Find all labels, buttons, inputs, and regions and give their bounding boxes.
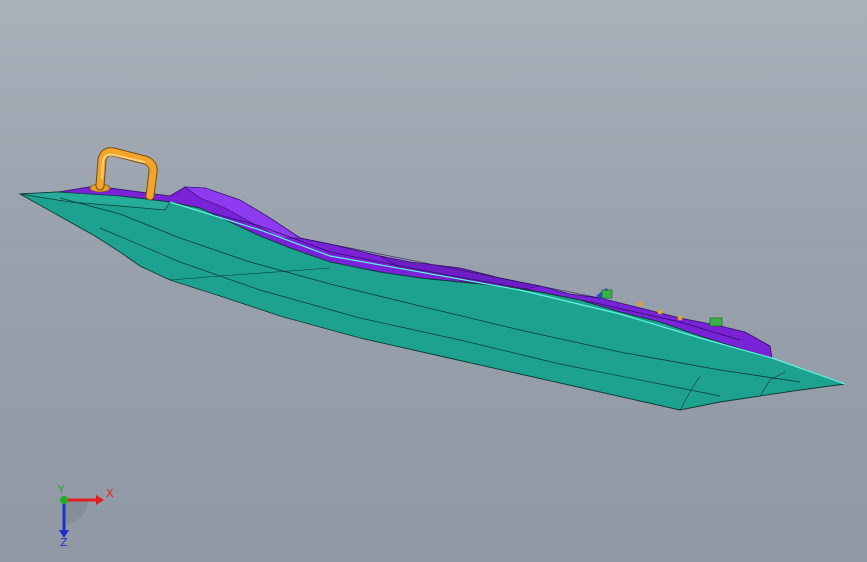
axis-triad: X Y Z	[57, 483, 114, 549]
y-axis-dot-icon	[60, 496, 68, 504]
hull-surface[interactable]	[18, 191, 846, 411]
3d-viewport[interactable]: X Y Z	[0, 0, 867, 562]
y-axis-label: Y	[57, 483, 65, 496]
triad-shadow	[64, 500, 88, 524]
x-axis-head-icon	[96, 495, 104, 505]
boat-model[interactable]	[0, 0, 867, 562]
z-axis-label: Z	[60, 536, 68, 549]
x-axis-label: X	[106, 487, 114, 500]
